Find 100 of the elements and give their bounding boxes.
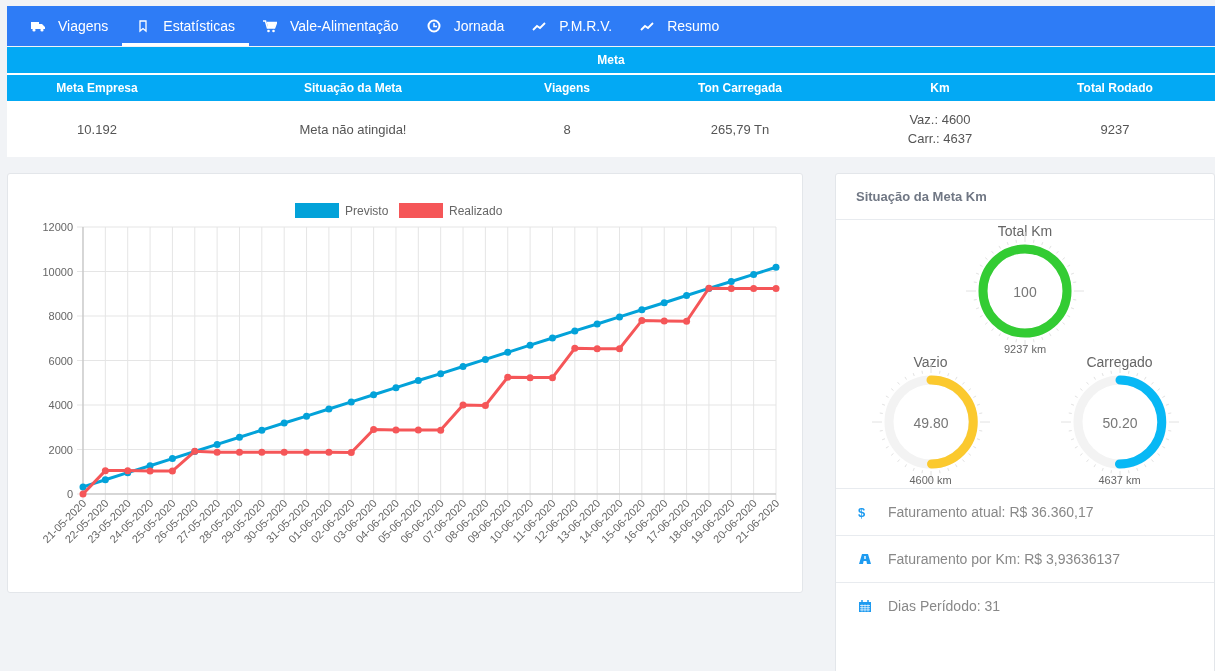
- data-point: [258, 426, 266, 434]
- nav-tab[interactable]: Vale-Alimentação: [248, 6, 413, 46]
- table-cell: Vaz.: 4600: [909, 112, 971, 127]
- data-point: [772, 284, 780, 292]
- table-cell: 8: [563, 121, 571, 137]
- data-point: [347, 449, 355, 457]
- data-point: [750, 270, 758, 278]
- data-point: [526, 374, 534, 382]
- gauge-label: Vazio: [913, 354, 948, 370]
- data-point: [168, 467, 176, 475]
- data-point: [168, 455, 176, 463]
- data-point: [459, 401, 467, 409]
- y-tick-label: 4000: [48, 399, 73, 411]
- column-header: Viagens: [543, 81, 591, 95]
- data-point: [571, 344, 579, 352]
- nav-tab[interactable]: Viagens: [17, 6, 123, 46]
- data-point: [593, 320, 601, 328]
- trend-line-icon: [532, 19, 547, 33]
- info-text: Dias Perídodo: 31: [888, 598, 1001, 614]
- data-point: [303, 412, 311, 420]
- card-title: Situação da Meta Km: [836, 174, 1214, 220]
- data-point: [772, 263, 780, 271]
- trend-line-icon: [640, 19, 655, 33]
- y-tick-label: 10000: [42, 265, 73, 278]
- data-point: [459, 363, 467, 370]
- calendar-icon: [858, 599, 872, 613]
- data-point: [504, 348, 512, 356]
- data-point: [660, 299, 668, 307]
- data-point: [370, 391, 378, 399]
- gauge-caption: 4600 km: [909, 474, 952, 486]
- legend-swatch: [399, 203, 443, 218]
- data-point: [280, 448, 288, 456]
- data-point: [325, 405, 333, 413]
- nav-tab[interactable]: Resumo: [626, 6, 734, 46]
- table-cell: Meta não atingida!: [299, 121, 407, 137]
- data-point: [437, 370, 445, 378]
- y-tick-label: 8000: [48, 310, 73, 322]
- data-point: [683, 292, 691, 300]
- data-point: [548, 374, 556, 382]
- gauge-caption: 4637 km: [1098, 474, 1141, 486]
- data-point: [571, 327, 579, 335]
- data-point: [481, 401, 489, 409]
- data-point: [347, 398, 355, 406]
- cart-icon: [262, 19, 277, 33]
- gauge-value: 49.80: [913, 415, 948, 431]
- info-text: Faturamento por Km: R$ 3,93636137: [888, 551, 1120, 567]
- data-point: [325, 448, 333, 456]
- data-point: [504, 373, 512, 381]
- data-point: [414, 377, 422, 385]
- data-point: [660, 317, 668, 325]
- legend-label: Previsto: [345, 204, 389, 218]
- data-point: [392, 426, 400, 434]
- legend-swatch: [295, 203, 339, 218]
- data-point: [437, 426, 445, 434]
- gauge-value: 50.20: [1102, 415, 1137, 431]
- y-tick-label: 6000: [48, 354, 73, 367]
- column-header: Ton Carregada: [697, 81, 783, 95]
- gauge-value: 100: [1013, 284, 1037, 300]
- nav-tab[interactable]: P.M.R.V.: [518, 6, 627, 46]
- data-point: [683, 317, 691, 325]
- data-point: [392, 384, 400, 392]
- column-header: Meta Empresa: [55, 81, 139, 95]
- data-point: [191, 447, 199, 455]
- table-cell: 9237: [1100, 121, 1130, 137]
- data-point: [280, 419, 288, 427]
- data-point: [638, 316, 646, 324]
- y-tick-label: 0: [66, 488, 73, 500]
- table-cell: 10.192: [77, 121, 117, 137]
- dollar-icon: $: [858, 504, 872, 520]
- data-point: [303, 448, 311, 456]
- data-point: [548, 334, 556, 342]
- data-point: [414, 426, 422, 434]
- gauge-label: Carregado: [1086, 354, 1153, 370]
- data-point: [638, 306, 646, 314]
- gauge-caption: 9237 km: [1003, 343, 1047, 355]
- data-point: [236, 433, 243, 441]
- data-point: [370, 426, 378, 433]
- gauge-label: Total Km: [997, 223, 1053, 239]
- truck-icon: [31, 19, 45, 33]
- data-point: [236, 448, 243, 456]
- column-header: Total Rodado: [1076, 81, 1154, 95]
- y-tick-label: 12000: [42, 221, 73, 233]
- y-tick-label: 2000: [48, 443, 73, 456]
- table-title: Meta: [7, 47, 1215, 73]
- data-point: [616, 345, 623, 353]
- road-icon: [858, 552, 872, 566]
- data-point: [593, 345, 601, 353]
- data-point: [750, 284, 758, 292]
- data-point: [616, 313, 623, 321]
- clock-icon: [426, 19, 441, 33]
- legend-label: Realizado: [449, 204, 503, 218]
- table-cell: 265,79 Tn: [710, 121, 770, 137]
- column-header: Situação da Meta: [303, 81, 403, 95]
- info-text: Faturamento atual: R$ 36.360,17: [888, 504, 1094, 520]
- column-header: Km: [929, 81, 951, 95]
- table-cell: Carr.: 4637: [907, 131, 973, 146]
- data-point: [481, 355, 489, 363]
- data-point: [526, 341, 534, 349]
- nav-tab[interactable]: Jornada: [412, 6, 519, 46]
- data-point: [258, 448, 266, 456]
